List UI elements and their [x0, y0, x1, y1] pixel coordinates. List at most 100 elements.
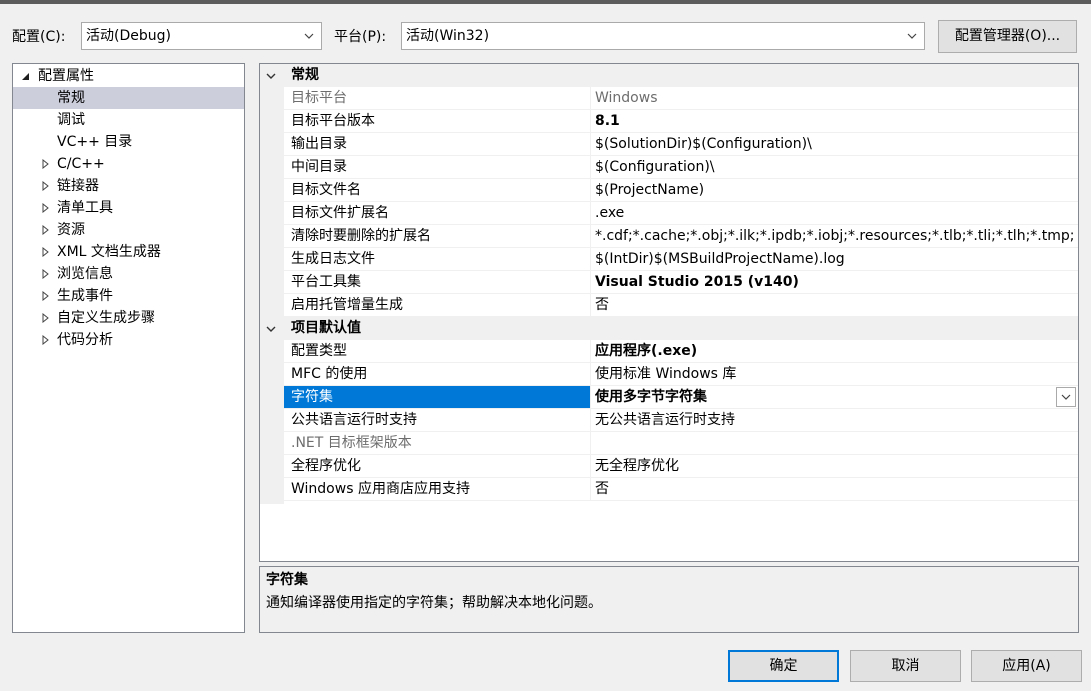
property-name: 公共语言运行时支持	[291, 412, 417, 428]
collapsed-arrow-icon[interactable]	[39, 285, 51, 307]
property-tree[interactable]: 配置属性 常规调试 VC++ 目录 C/C++ 链接器清单工具资源 XML 文档生成器浏…	[12, 63, 245, 633]
tree-node[interactable]: 常规	[13, 87, 244, 109]
property-row[interactable]: 中间目录 $(Configuration)\	[284, 156, 1078, 179]
property-name: 平台工具集	[291, 274, 361, 290]
property-value[interactable]: 否	[590, 294, 1078, 316]
property-name: 启用托管增量生成	[291, 297, 403, 313]
property-row[interactable]: .NET 目标框架版本	[284, 432, 1078, 455]
grid-category-title: 项目默认值	[291, 320, 361, 336]
collapsed-arrow-icon[interactable]	[39, 219, 51, 241]
property-row[interactable]: 目标平台 Windows	[284, 87, 1078, 110]
property-value[interactable]: .exe	[590, 202, 1078, 224]
tree-node[interactable]: 资源	[13, 219, 244, 241]
property-name: 目标文件名	[291, 182, 361, 198]
property-value[interactable]: 无全程序优化	[590, 455, 1078, 477]
config-combobox-value: 活动(Debug)	[86, 28, 171, 44]
tree-node-label: 生成事件	[57, 288, 113, 304]
property-grid[interactable]: 常规目标平台 Windows 目标平台版本 8.1 输出目录 $(SolutionDir)…	[259, 63, 1079, 562]
chevron-down-icon	[1061, 394, 1071, 400]
property-row[interactable]: 目标文件名 $(ProjectName)	[284, 179, 1078, 202]
property-row[interactable]: 输出目录 $(SolutionDir)$(Configuration)\	[284, 133, 1078, 156]
property-row[interactable]: 字符集 使用多字节字符集	[284, 386, 1078, 409]
property-value[interactable]: $(ProjectName)	[590, 179, 1078, 201]
property-name: 生成日志文件	[291, 251, 375, 267]
property-row[interactable]: 全程序优化 无全程序优化	[284, 455, 1078, 478]
tree-node-label: VC++ 目录	[57, 134, 133, 150]
property-value[interactable]: Windows	[590, 87, 1078, 109]
tree-node-config-properties[interactable]: 配置属性	[13, 65, 244, 87]
collapsed-arrow-icon[interactable]	[39, 197, 51, 219]
property-value[interactable]: 否	[590, 478, 1078, 500]
property-row[interactable]: 清除时要删除的扩展名 *.cdf;*.cache;*.obj;*.ilk;*.ip…	[284, 225, 1078, 248]
platform-label: 平台(P):	[334, 29, 387, 45]
collapsed-arrow-icon[interactable]	[39, 153, 51, 175]
property-row[interactable]: 配置类型 应用程序(.exe)	[284, 340, 1078, 363]
tree-node-label: 配置属性	[38, 68, 94, 84]
collapsed-arrow-icon[interactable]	[39, 175, 51, 197]
chevron-down-icon	[906, 23, 918, 49]
property-row[interactable]: Windows 应用商店应用支持 否	[284, 478, 1078, 501]
property-row[interactable]: 目标文件扩展名 .exe	[284, 202, 1078, 225]
tree-node[interactable]: 链接器	[13, 175, 244, 197]
property-row[interactable]: 启用托管增量生成 否	[284, 294, 1078, 317]
property-row[interactable]: 公共语言运行时支持 无公共语言运行时支持	[284, 409, 1078, 432]
tree-node[interactable]: 清单工具	[13, 197, 244, 219]
property-name: 输出目录	[291, 136, 347, 152]
chevron-down-icon[interactable]	[265, 317, 277, 340]
property-value[interactable]: 使用多字节字符集	[590, 386, 1078, 408]
tree-node-label: XML 文档生成器	[57, 244, 161, 260]
property-row[interactable]: 目标平台版本 8.1	[284, 110, 1078, 133]
property-value[interactable]: $(SolutionDir)$(Configuration)\	[590, 133, 1078, 155]
property-value[interactable]: 无公共语言运行时支持	[590, 409, 1078, 431]
ok-button[interactable]: 确定	[728, 650, 839, 682]
property-value[interactable]: $(Configuration)\	[590, 156, 1078, 178]
property-row[interactable]: MFC 的使用 使用标准 Windows 库	[284, 363, 1078, 386]
tree-node[interactable]: 浏览信息	[13, 263, 244, 285]
config-manager-button[interactable]: 配置管理器(O)...	[938, 20, 1077, 53]
property-value[interactable]: $(IntDir)$(MSBuildProjectName).log	[590, 248, 1078, 270]
property-row[interactable]: 生成日志文件 $(IntDir)$(MSBuildProjectName).log	[284, 248, 1078, 271]
config-label: 配置(C):	[12, 29, 66, 45]
property-value[interactable]: 使用标准 Windows 库	[590, 363, 1078, 385]
tree-node[interactable]: 自定义生成步骤	[13, 307, 244, 329]
property-name: 目标文件扩展名	[291, 205, 389, 221]
description-title: 字符集	[266, 572, 308, 588]
config-combobox[interactable]: 活动(Debug)	[81, 22, 322, 50]
grid-category[interactable]: 项目默认值	[260, 317, 1078, 340]
tree-node-label: 调试	[57, 112, 85, 128]
platform-combobox[interactable]: 活动(Win32)	[401, 22, 925, 50]
collapsed-arrow-icon[interactable]	[39, 307, 51, 329]
tree-node[interactable]: 生成事件	[13, 285, 244, 307]
tree-node[interactable]: 调试	[13, 109, 244, 131]
cancel-button[interactable]: 取消	[850, 650, 961, 682]
tree-node[interactable]: VC++ 目录	[13, 131, 244, 153]
tree-node-label: 清单工具	[57, 200, 113, 216]
tree-node-label: 常规	[57, 90, 85, 106]
property-value[interactable]	[590, 432, 1078, 454]
property-value[interactable]: *.cdf;*.cache;*.obj;*.ilk;*.ipdb;*.iobj;…	[590, 225, 1078, 247]
collapsed-arrow-icon[interactable]	[39, 329, 51, 351]
property-row[interactable]: 平台工具集 Visual Studio 2015 (v140)	[284, 271, 1078, 294]
property-name: Windows 应用商店应用支持	[291, 481, 470, 497]
property-name: 清除时要删除的扩展名	[291, 228, 431, 244]
chevron-down-icon[interactable]	[265, 64, 277, 87]
property-name: MFC 的使用	[291, 366, 368, 382]
platform-combobox-value: 活动(Win32)	[406, 28, 490, 44]
tree-node[interactable]: 代码分析	[13, 329, 244, 351]
tree-node-label: C/C++	[57, 156, 105, 172]
property-name: 全程序优化	[291, 458, 361, 474]
collapsed-arrow-icon[interactable]	[39, 263, 51, 285]
property-name: .NET 目标框架版本	[291, 435, 412, 451]
property-value[interactable]: Visual Studio 2015 (v140)	[590, 271, 1078, 293]
property-name: 字符集	[284, 386, 590, 408]
tree-node[interactable]: XML 文档生成器	[13, 241, 244, 263]
grid-category-title: 常规	[291, 67, 319, 83]
collapsed-arrow-icon[interactable]	[39, 241, 51, 263]
apply-button[interactable]: 应用(A)	[971, 650, 1082, 682]
property-value[interactable]: 8.1	[590, 110, 1078, 132]
expanded-arrow-icon[interactable]	[19, 65, 31, 87]
property-value[interactable]: 应用程序(.exe)	[590, 340, 1078, 362]
tree-node[interactable]: C/C++	[13, 153, 244, 175]
grid-category[interactable]: 常规	[260, 64, 1078, 87]
value-dropdown-button[interactable]	[1056, 387, 1076, 407]
